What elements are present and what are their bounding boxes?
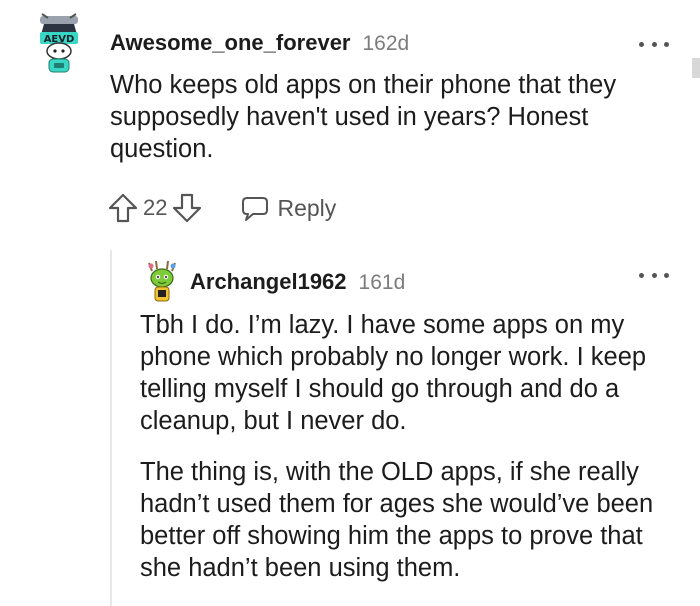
comment-body-paragraph: Tbh I do. I’m lazy. I have some apps on … — [140, 311, 647, 435]
more-options-icon[interactable] — [639, 34, 669, 54]
more-options-icon[interactable] — [639, 265, 669, 285]
author-row: Awesome_one_forever 162d — [110, 30, 409, 56]
author-row: Archangel1962 161d — [190, 269, 405, 295]
comment-body: Who keeps old apps on their phone that t… — [110, 71, 617, 163]
avatar-archangel1962[interactable] — [146, 260, 178, 305]
author-name[interactable]: Awesome_one_forever — [110, 30, 351, 56]
thread-line[interactable] — [110, 250, 112, 606]
comment-age: 162d — [362, 32, 410, 55]
comment-actions: 22 Reply — [107, 192, 336, 224]
comment-body-paragraph: The thing is, with the OLD apps, if she … — [140, 458, 654, 582]
scrollbar-thumb[interactable] — [692, 58, 700, 78]
comment-age: 161d — [358, 271, 406, 294]
reply-label: Reply — [277, 194, 337, 221]
author-name[interactable]: Archangel1962 — [190, 269, 347, 295]
downvote-icon[interactable] — [171, 192, 203, 224]
chat-bubble-icon — [242, 197, 269, 221]
upvote-icon[interactable] — [107, 192, 139, 224]
vote-score: 22 — [143, 195, 168, 220]
reply-button[interactable]: Reply — [241, 194, 336, 222]
avatar-awesome-one-forever[interactable]: AEVD — [36, 13, 82, 76]
